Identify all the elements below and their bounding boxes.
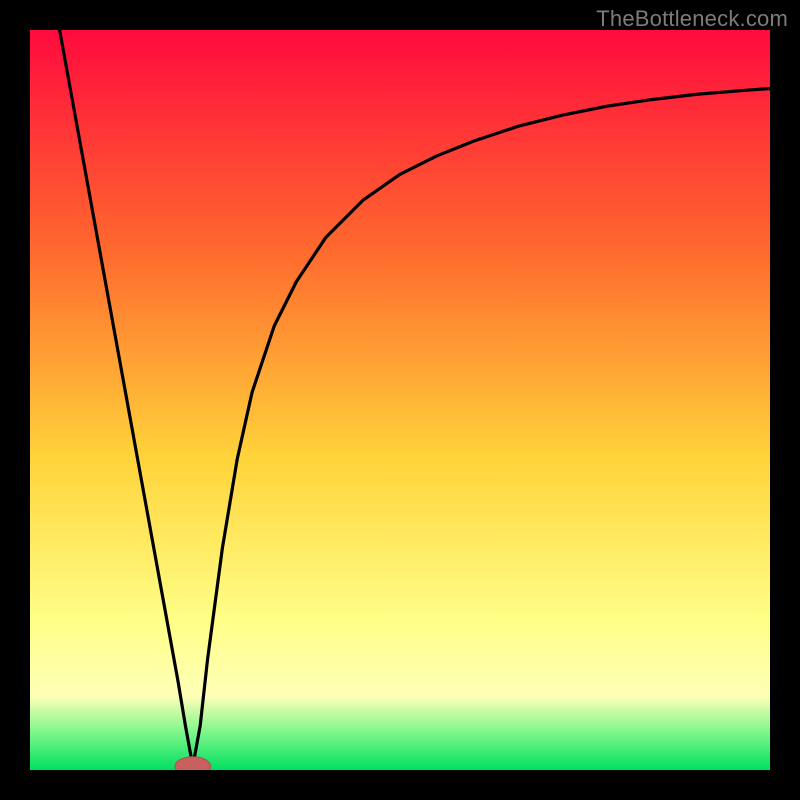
- watermark-text: TheBottleneck.com: [596, 6, 788, 32]
- gradient-background: [30, 30, 770, 770]
- chart-frame: [30, 30, 770, 770]
- bottleneck-chart: [30, 30, 770, 770]
